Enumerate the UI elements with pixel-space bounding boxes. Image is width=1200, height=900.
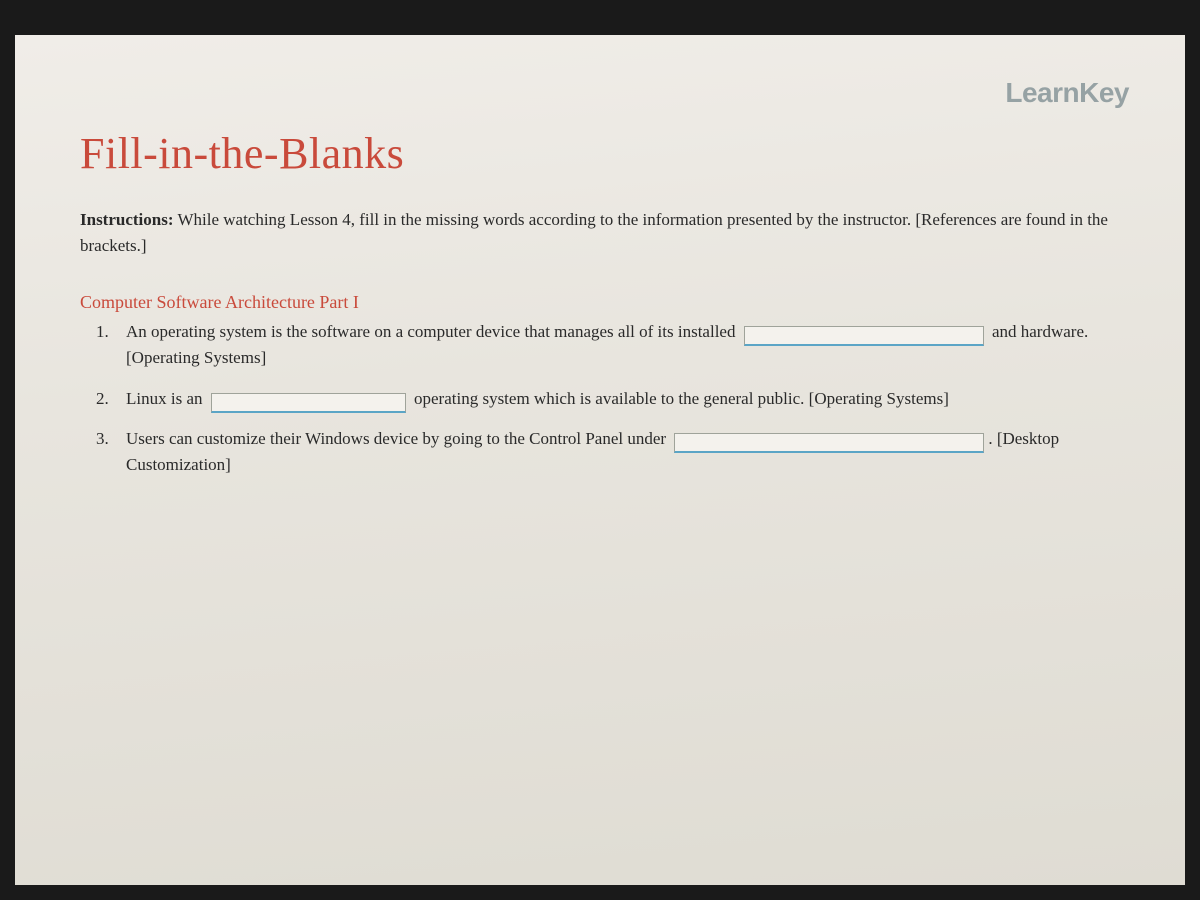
question-number: 2.	[96, 386, 109, 412]
blank-input[interactable]	[744, 326, 984, 346]
instructions-text: Instructions: While watching Lesson 4, f…	[80, 207, 1130, 258]
brand-logo: LearnKey	[1005, 77, 1129, 109]
question-list: 1. An operating system is the software o…	[80, 319, 1130, 479]
instructions-label: Instructions:	[80, 210, 174, 229]
section-heading: Computer Software Architecture Part I	[80, 292, 1130, 313]
blank-input[interactable]	[211, 393, 406, 413]
question-item: 2. Linux is an operating system which is…	[126, 386, 1130, 412]
question-text-pre: An operating system is the software on a…	[126, 322, 740, 341]
instructions-body: While watching Lesson 4, fill in the mis…	[80, 210, 1108, 255]
question-number: 1.	[96, 319, 109, 345]
question-number: 3.	[96, 426, 109, 452]
question-text-pre: Linux is an	[126, 389, 207, 408]
page-title: Fill-in-the-Blanks	[80, 128, 1130, 179]
question-item: 1. An operating system is the software o…	[126, 319, 1130, 372]
blank-input[interactable]	[674, 433, 984, 453]
question-text-pre: Users can customize their Windows device…	[126, 429, 670, 448]
worksheet-page: LearnKey Fill-in-the-Blanks Instructions…	[15, 35, 1185, 885]
question-text-post: operating system which is available to t…	[410, 389, 949, 408]
question-item: 3. Users can customize their Windows dev…	[126, 426, 1130, 479]
